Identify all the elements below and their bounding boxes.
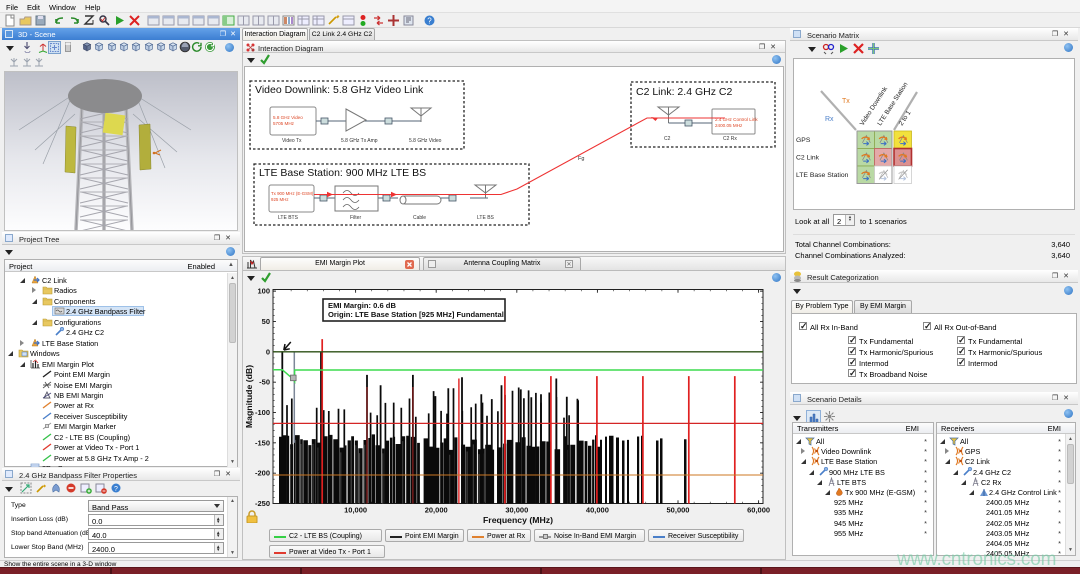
svg-text:2400.05 MHz: 2400.05 MHz	[715, 123, 743, 128]
svg-text:-150: -150	[255, 438, 270, 447]
svg-text:5705 MHz: 5705 MHz	[273, 121, 295, 126]
svg-text:-100: -100	[255, 408, 270, 417]
svg-text:Magnitude (dB): Magnitude (dB)	[244, 365, 254, 428]
svg-text:5.8 GHz Tx Amp: 5.8 GHz Tx Amp	[341, 138, 378, 144]
svg-text:10,000: 10,000	[344, 506, 367, 515]
svg-text:30,000: 30,000	[505, 506, 528, 515]
svg-text:Frequency (MHz): Frequency (MHz)	[483, 515, 553, 525]
svg-text:Filter: Filter	[350, 215, 361, 221]
svg-text:Video Tx: Video Tx	[282, 138, 302, 144]
svg-text:50: 50	[262, 317, 270, 326]
svg-text:LTE Base Station: LTE Base Station	[796, 172, 849, 179]
svg-text:C2 Link: 2.4 GHz C2: C2 Link: 2.4 GHz C2	[636, 86, 732, 98]
svg-text:100: 100	[257, 287, 270, 296]
svg-text:Tx: Tx	[842, 98, 850, 105]
svg-text:C2 Rx: C2 Rx	[723, 136, 737, 142]
svg-text:EMI Margin: 0.6 dB: EMI Margin: 0.6 dB	[328, 301, 396, 310]
svg-text:Cable: Cable	[413, 215, 426, 221]
svg-text:Rx: Rx	[825, 116, 834, 123]
svg-text:925 MHz: 925 MHz	[271, 197, 289, 202]
svg-text:LTE BS: LTE BS	[477, 215, 495, 221]
svg-text:20,000: 20,000	[425, 506, 448, 515]
svg-text:Tx 900 MHz (E-GSM): Tx 900 MHz (E-GSM)	[271, 191, 314, 196]
svg-text:GPS: GPS	[796, 137, 811, 144]
svg-text:2 to 1: 2 to 1	[898, 109, 913, 127]
svg-text:C2: C2	[664, 136, 671, 142]
svg-text:-50: -50	[259, 378, 270, 387]
svg-text:?: ?	[114, 486, 118, 493]
svg-text:-250: -250	[255, 499, 270, 508]
svg-text:LTE BTS: LTE BTS	[278, 215, 299, 221]
svg-text:60,000: 60,000	[747, 506, 770, 515]
svg-text:Video Downlink: 5.8 GHz Video: Video Downlink: 5.8 GHz Video Link	[255, 84, 424, 96]
svg-text:?: ?	[427, 17, 432, 26]
svg-text:Origin: LTE Base Station [925: Origin: LTE Base Station [925 MHz] Funda…	[328, 310, 504, 319]
svg-text:C2 Link: C2 Link	[796, 155, 820, 162]
svg-text:5.8 GHz Video: 5.8 GHz Video	[273, 115, 303, 120]
svg-text:0: 0	[266, 347, 270, 356]
svg-text:40,000: 40,000	[586, 506, 609, 515]
svg-text:LTE Base Station: 900 MHz LTE: LTE Base Station: 900 MHz LTE BS	[259, 167, 426, 179]
svg-text:-200: -200	[255, 469, 270, 478]
svg-text:5.8 GHz Video: 5.8 GHz Video	[409, 138, 442, 144]
svg-text:Fg: Fg	[578, 156, 584, 162]
svg-text:50,000: 50,000	[667, 506, 690, 515]
